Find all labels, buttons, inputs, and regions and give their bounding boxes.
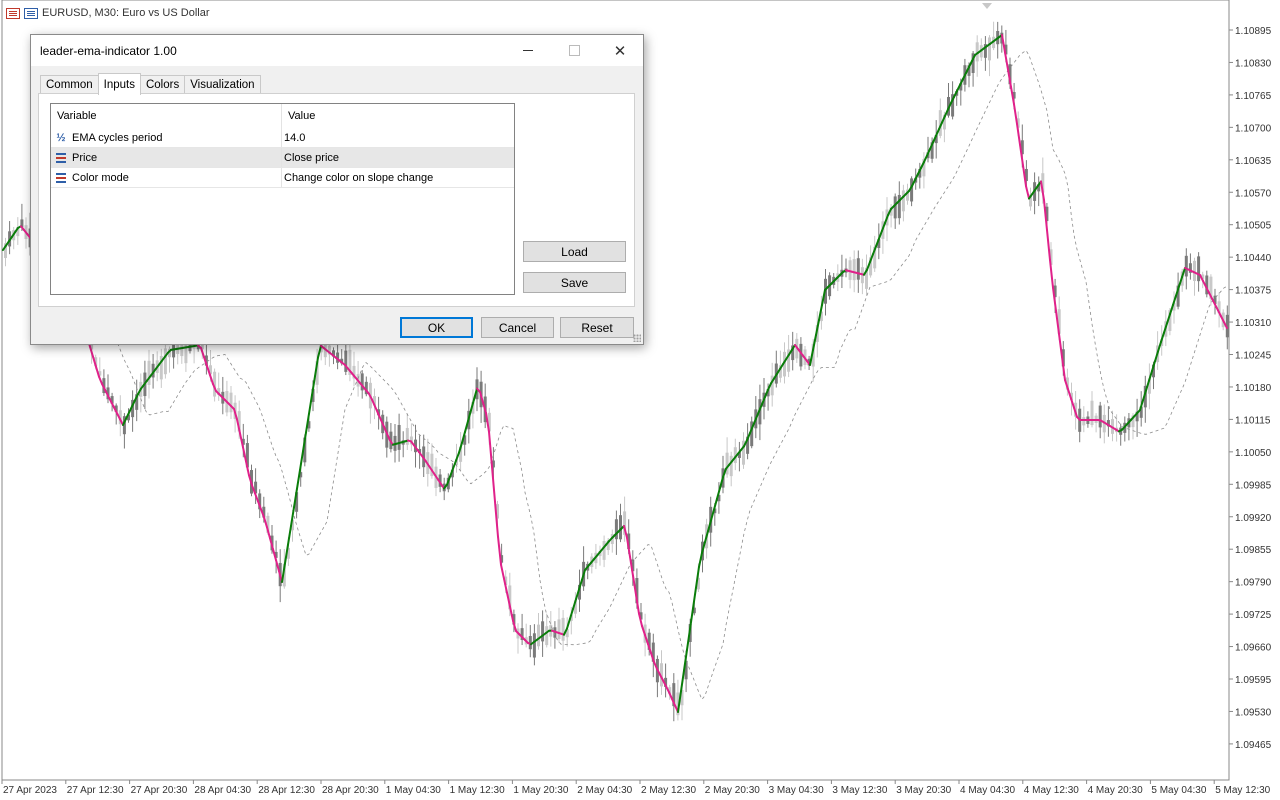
cancel-button[interactable]: Cancel [481, 317, 554, 338]
inputs-panel: Variable Value ½ EMA cycles period 14.0 [38, 93, 635, 307]
time-tick-label: 27 Apr 2023 [3, 785, 57, 796]
time-tick-label: 1 May 12:30 [450, 785, 505, 796]
price-axis: 1.10895 1.10830 1.10765 1.10700 1.10635 1.105… [1229, 26, 1272, 751]
time-tick-label: 28 Apr 20:30 [322, 785, 379, 796]
price-tick-label: 1.10570 [1235, 188, 1272, 199]
enum-list-icon [55, 172, 67, 184]
price-tick-label: 1.10375 [1235, 286, 1272, 297]
minimize-icon [523, 50, 533, 51]
tab-inputs[interactable]: Inputs [97, 73, 141, 95]
input-value-price[interactable]: Close price [282, 148, 514, 167]
tab-visualization[interactable]: Visualization [184, 75, 261, 94]
price-tick-label: 1.09465 [1235, 740, 1272, 751]
price-tick-label: 1.09725 [1235, 610, 1272, 621]
input-variable-label: EMA cycles period [72, 131, 163, 144]
indicator-dialog[interactable]: leader-ema-indicator 1.00 ✕ Common Input… [30, 34, 644, 345]
time-tick-label: 5 May 04:30 [1151, 785, 1206, 796]
input-row-ema-period[interactable]: ½ EMA cycles period 14.0 [51, 128, 514, 148]
time-tick-label: 3 May 12:30 [832, 785, 887, 796]
time-tick-label: 3 May 04:30 [769, 785, 824, 796]
price-tick-label: 1.09985 [1235, 480, 1272, 491]
fraction-icon: ½ [56, 131, 66, 144]
time-tick-label: 1 May 20:30 [513, 785, 568, 796]
grid-header: Variable Value [51, 104, 514, 128]
resize-grip-icon[interactable] [633, 334, 641, 342]
time-tick-label: 3 May 20:30 [896, 785, 951, 796]
chart-properties-icon[interactable] [24, 7, 38, 19]
price-tick-label: 1.09855 [1235, 545, 1272, 556]
price-tick-label: 1.10895 [1235, 26, 1272, 37]
price-tick-label: 1.10700 [1235, 123, 1272, 134]
price-tick-label: 1.09660 [1235, 643, 1272, 654]
time-tick-label: 4 May 12:30 [1024, 785, 1079, 796]
reset-button[interactable]: Reset [560, 317, 634, 338]
chart-list-icon[interactable] [6, 7, 20, 19]
save-button[interactable]: Save [523, 272, 626, 293]
price-tick-label: 1.10505 [1235, 221, 1272, 232]
time-tick-label: 1 May 04:30 [386, 785, 441, 796]
time-tick-label: 2 May 12:30 [641, 785, 696, 796]
price-tick-label: 1.10050 [1235, 448, 1272, 459]
column-header-value[interactable]: Value [282, 104, 514, 128]
input-variable-cell: ½ EMA cycles period [51, 128, 282, 147]
time-tick-label: 4 May 20:30 [1088, 785, 1143, 796]
dialog-title: leader-ema-indicator 1.00 [40, 44, 177, 58]
tab-colors[interactable]: Colors [139, 75, 186, 94]
price-tick-label: 1.10115 [1235, 415, 1271, 426]
price-tick-label: 1.10180 [1235, 383, 1272, 394]
price-tick-label: 1.09595 [1235, 675, 1272, 686]
time-tick-label: 5 May 12:30 [1215, 785, 1270, 796]
time-tick-label: 2 May 20:30 [705, 785, 760, 796]
ok-button[interactable]: OK [400, 317, 473, 338]
input-variable-cell: Price [51, 148, 282, 167]
price-tick-label: 1.10440 [1235, 253, 1272, 264]
input-variable-cell: Color mode [51, 168, 282, 187]
maximize-button [551, 35, 597, 66]
input-variable-label: Price [72, 151, 98, 164]
input-row-color-mode[interactable]: Color mode Change color on slope change [51, 168, 514, 188]
tab-common[interactable]: Common [40, 75, 99, 94]
input-value-color-mode[interactable]: Change color on slope change [282, 168, 514, 187]
minimize-button[interactable] [505, 35, 551, 66]
chart-header: EURUSD, M30: Euro vs US Dollar [6, 7, 210, 19]
price-tick-label: 1.10830 [1235, 58, 1272, 69]
time-axis: 27 Apr 2023 27 Apr 12:30 27 Apr 20:30 28 Ap… [1, 780, 1271, 796]
load-button[interactable]: Load [523, 241, 626, 262]
price-tick-label: 1.09790 [1235, 578, 1272, 589]
input-row-price[interactable]: Price Close price [51, 148, 514, 168]
column-header-variable[interactable]: Variable [51, 104, 282, 128]
inputs-grid[interactable]: Variable Value ½ EMA cycles period 14.0 [50, 103, 515, 295]
time-tick-label: 27 Apr 20:30 [131, 785, 188, 796]
maximize-icon [568, 45, 580, 56]
time-tick-label: 28 Apr 04:30 [194, 785, 251, 796]
dialog-titlebar[interactable]: leader-ema-indicator 1.00 ✕ [31, 35, 643, 66]
price-tick-label: 1.10635 [1235, 156, 1272, 167]
close-button[interactable]: ✕ [597, 35, 643, 66]
enum-list-icon [55, 152, 67, 164]
price-tick-label: 1.09920 [1235, 513, 1272, 524]
price-tick-label: 1.10245 [1235, 351, 1272, 362]
time-tick-label: 28 Apr 12:30 [258, 785, 315, 796]
chart-symbol-title: EURUSD, M30: Euro vs US Dollar [42, 7, 210, 19]
input-variable-label: Color mode [72, 171, 129, 184]
time-tick-label: 27 Apr 12:30 [67, 785, 124, 796]
input-value-ema-period[interactable]: 14.0 [282, 128, 514, 147]
price-tick-label: 1.10765 [1235, 91, 1272, 102]
dialog-tabs: Common Inputs Colors Visualization [40, 73, 261, 95]
time-tick-label: 2 May 04:30 [577, 785, 632, 796]
time-tick-label: 4 May 04:30 [960, 785, 1015, 796]
price-tick-label: 1.10310 [1235, 318, 1272, 329]
close-icon: ✕ [613, 42, 627, 60]
price-tick-label: 1.09530 [1235, 707, 1272, 718]
